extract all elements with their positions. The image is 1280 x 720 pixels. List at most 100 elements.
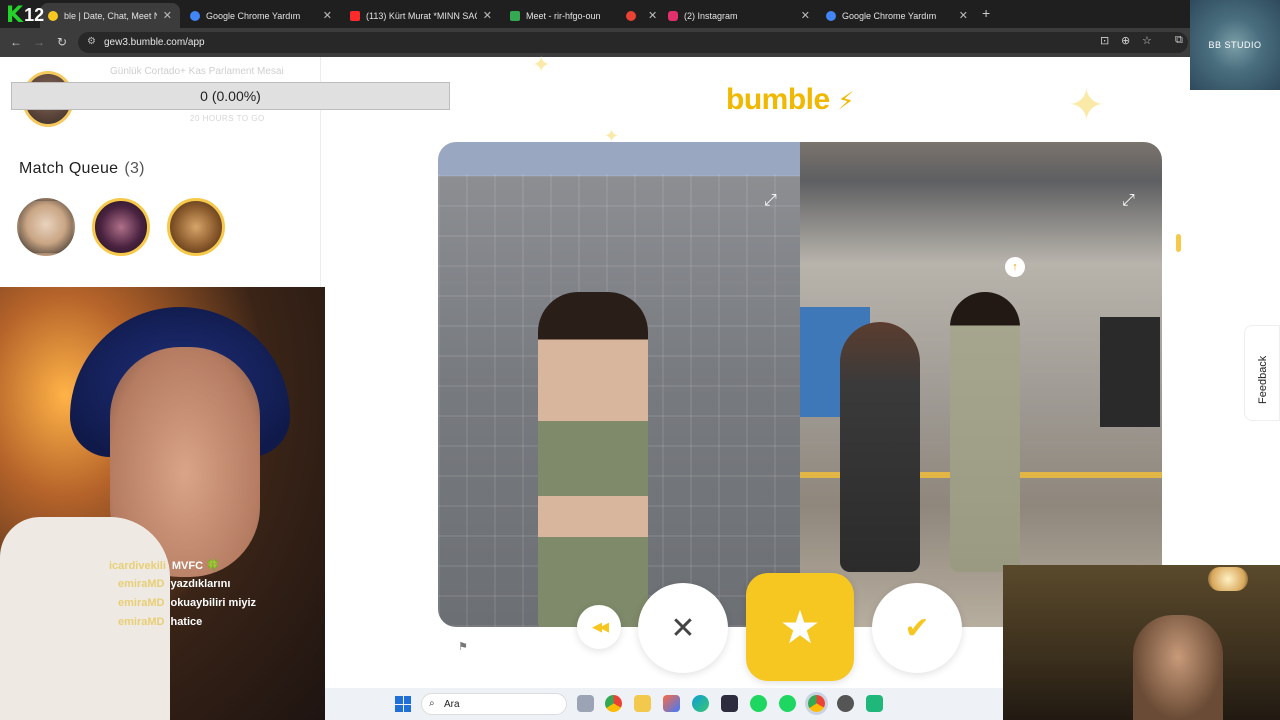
webcam-lamp — [1208, 567, 1248, 591]
spotify-app-icon[interactable] — [779, 695, 796, 712]
sidebar: Günlük Cortado+ Kas Parlament Mesai 20 H… — [0, 57, 450, 287]
edge-app-icon[interactable] — [692, 695, 709, 712]
host-webcam — [1003, 565, 1280, 720]
windows-start-icon[interactable] — [395, 696, 411, 712]
match-queue-heading: Match Queue (3) — [19, 160, 145, 178]
tab-meet[interactable]: Meet - rir-hfgo-oun — [502, 3, 612, 28]
close-tab-icon[interactable]: ✕ — [323, 9, 332, 22]
taskbar-search-box[interactable]: ⌕ Ara — [421, 693, 567, 715]
report-flag-icon[interactable]: ⚑ — [458, 640, 468, 653]
chat-text: hatice — [170, 616, 203, 628]
streamer-webcam: icardivekili MVFC 🍀 emiraMD yazdıklarını e… — [0, 287, 325, 720]
spotify-app-icon[interactable] — [750, 695, 767, 712]
chat-text: MVFC 🍀 — [171, 560, 220, 572]
expand-photo-icon[interactable]: ⤢ — [764, 192, 777, 210]
site-info-icon[interactable]: ⚙ — [87, 36, 96, 47]
tab-title: (2) Instagram — [684, 10, 738, 21]
address-bar[interactable]: ⚙ gew3.bumble.com/app — [78, 32, 1188, 53]
sparkle-decoration-icon: ✦ — [532, 52, 551, 77]
tab-title: (113) Kürt Murat *MINN SAĞOL — [366, 10, 477, 21]
windows-taskbar: ⌕ Ara — [325, 688, 1003, 720]
chat-text: okuaybiliri miyiz — [170, 597, 257, 609]
forward-icon[interactable]: → — [33, 35, 45, 49]
zoom-icon[interactable]: ⊕ — [1121, 34, 1130, 47]
extensions-icon[interactable]: ⧉ — [1175, 34, 1183, 47]
stream-logo-k: K — [6, 2, 24, 28]
close-tab-icon[interactable]: ✕ — [163, 9, 172, 22]
tab-title: ble | Date, Chat, Meet New — [64, 10, 157, 21]
taskbar-search-placeholder: Ara — [444, 698, 460, 710]
reload-icon[interactable]: ↻ — [57, 35, 67, 49]
pass-x-icon: ✕ — [670, 611, 696, 645]
like-check-icon: ✔ — [904, 611, 930, 645]
record-favicon-icon — [626, 10, 636, 21]
tab-recording[interactable]: ✕ — [618, 3, 658, 28]
close-tab-icon[interactable]: ✕ — [483, 9, 492, 22]
store-app-icon[interactable] — [721, 695, 738, 712]
chat-message: emiraMD hatice — [118, 616, 202, 628]
superswipe-button[interactable]: ★ — [746, 573, 854, 681]
chrome-active-app-icon[interactable] — [808, 695, 825, 712]
stream-logo-number: 12 — [24, 4, 45, 25]
person-figure — [950, 292, 1020, 572]
meet-favicon-icon — [510, 10, 520, 21]
bumble-logo-text: bumble — [726, 83, 830, 116]
google-favicon-icon — [190, 10, 200, 21]
tab-chrome-help[interactable]: Google Chrome Yardım ✕ — [182, 3, 340, 28]
whatsapp-app-icon[interactable] — [866, 695, 883, 712]
file-explorer-icon[interactable] — [634, 695, 651, 712]
url-text: gew3.bumble.com/app — [104, 37, 205, 48]
back-icon[interactable]: ← — [10, 35, 22, 49]
vending-machine — [1100, 317, 1160, 427]
chat-message: emiraMD okuaybiliri miyiz — [118, 597, 256, 609]
chat-username: emiraMD — [118, 578, 165, 590]
tab-youtube[interactable]: (113) Kürt Murat *MINN SAĞOL ✕ — [342, 3, 500, 28]
scroll-indicator[interactable] — [1176, 234, 1181, 252]
profile-photo-2[interactable]: ⤢ ↑ — [800, 142, 1162, 627]
chrome-app-icon[interactable] — [605, 695, 622, 712]
task-view-icon[interactable] — [577, 695, 594, 712]
webcam-person — [1133, 615, 1223, 720]
expand-photo-icon[interactable]: ⤢ — [1122, 192, 1135, 210]
studio-badge: BB STUDIO — [1190, 0, 1280, 90]
superswipe-star-icon: ★ — [779, 601, 821, 653]
rewind-icon: ◀◀ — [592, 619, 609, 634]
new-tab-button[interactable]: + — [982, 5, 990, 21]
chat-username: emiraMD — [118, 597, 165, 609]
pass-button[interactable]: ✕ — [638, 583, 728, 673]
match-avatar[interactable] — [17, 198, 75, 256]
goal-progress-bar: 0 (0.00%) — [11, 82, 450, 110]
bumble-logo: bumble ⚡ — [726, 83, 854, 117]
bookmark-star-icon[interactable]: ☆ — [1142, 34, 1152, 47]
tab-title: Google Chrome Yardım — [842, 10, 937, 21]
google-favicon-icon — [826, 10, 836, 21]
browser-tab-strip: ble | Date, Chat, Meet New ✕ Google Chro… — [0, 0, 1280, 28]
close-tab-icon[interactable]: ✕ — [959, 9, 968, 22]
photo-location-pin-icon[interactable]: ↑ — [1005, 257, 1025, 277]
close-tab-icon[interactable]: ✕ — [648, 9, 657, 22]
instagram-favicon-icon — [668, 10, 678, 21]
close-tab-icon[interactable]: ✕ — [801, 9, 810, 22]
match-queue-label: Match Queue — [19, 160, 119, 177]
match-avatar[interactable] — [167, 198, 225, 256]
chat-message: emiraMD yazdıklarını — [118, 578, 230, 590]
passerby-figure — [840, 322, 920, 572]
studio-badge-text: BB STUDIO — [1208, 40, 1262, 50]
profile-photo-1[interactable]: ⤢ — [438, 142, 800, 627]
ghost-goal-title: Günlük Cortado+ Kas Parlament Mesai — [110, 66, 284, 77]
copilot-app-icon[interactable] — [663, 695, 680, 712]
feedback-tab[interactable]: Feedback — [1244, 325, 1280, 421]
sparkle-decoration-icon: ✦ — [1068, 81, 1105, 130]
chat-text: yazdıklarını — [170, 578, 231, 590]
tab-title: Google Chrome Yardım — [206, 10, 301, 21]
steam-app-icon[interactable] — [837, 695, 854, 712]
chat-message: icardivekili MVFC 🍀 — [109, 559, 220, 572]
chat-username: icardivekili — [109, 560, 166, 572]
rewind-button[interactable]: ◀◀ — [577, 605, 621, 649]
tab-instagram[interactable]: (2) Instagram ✕ — [660, 3, 818, 28]
tab-chrome-help-2[interactable]: Google Chrome Yardım ✕ — [818, 3, 976, 28]
match-avatar[interactable] — [92, 198, 150, 256]
progress-text: 0 (0.00%) — [200, 88, 261, 104]
like-button[interactable]: ✔ — [872, 583, 962, 673]
translate-icon[interactable]: ⊡ — [1100, 34, 1109, 47]
